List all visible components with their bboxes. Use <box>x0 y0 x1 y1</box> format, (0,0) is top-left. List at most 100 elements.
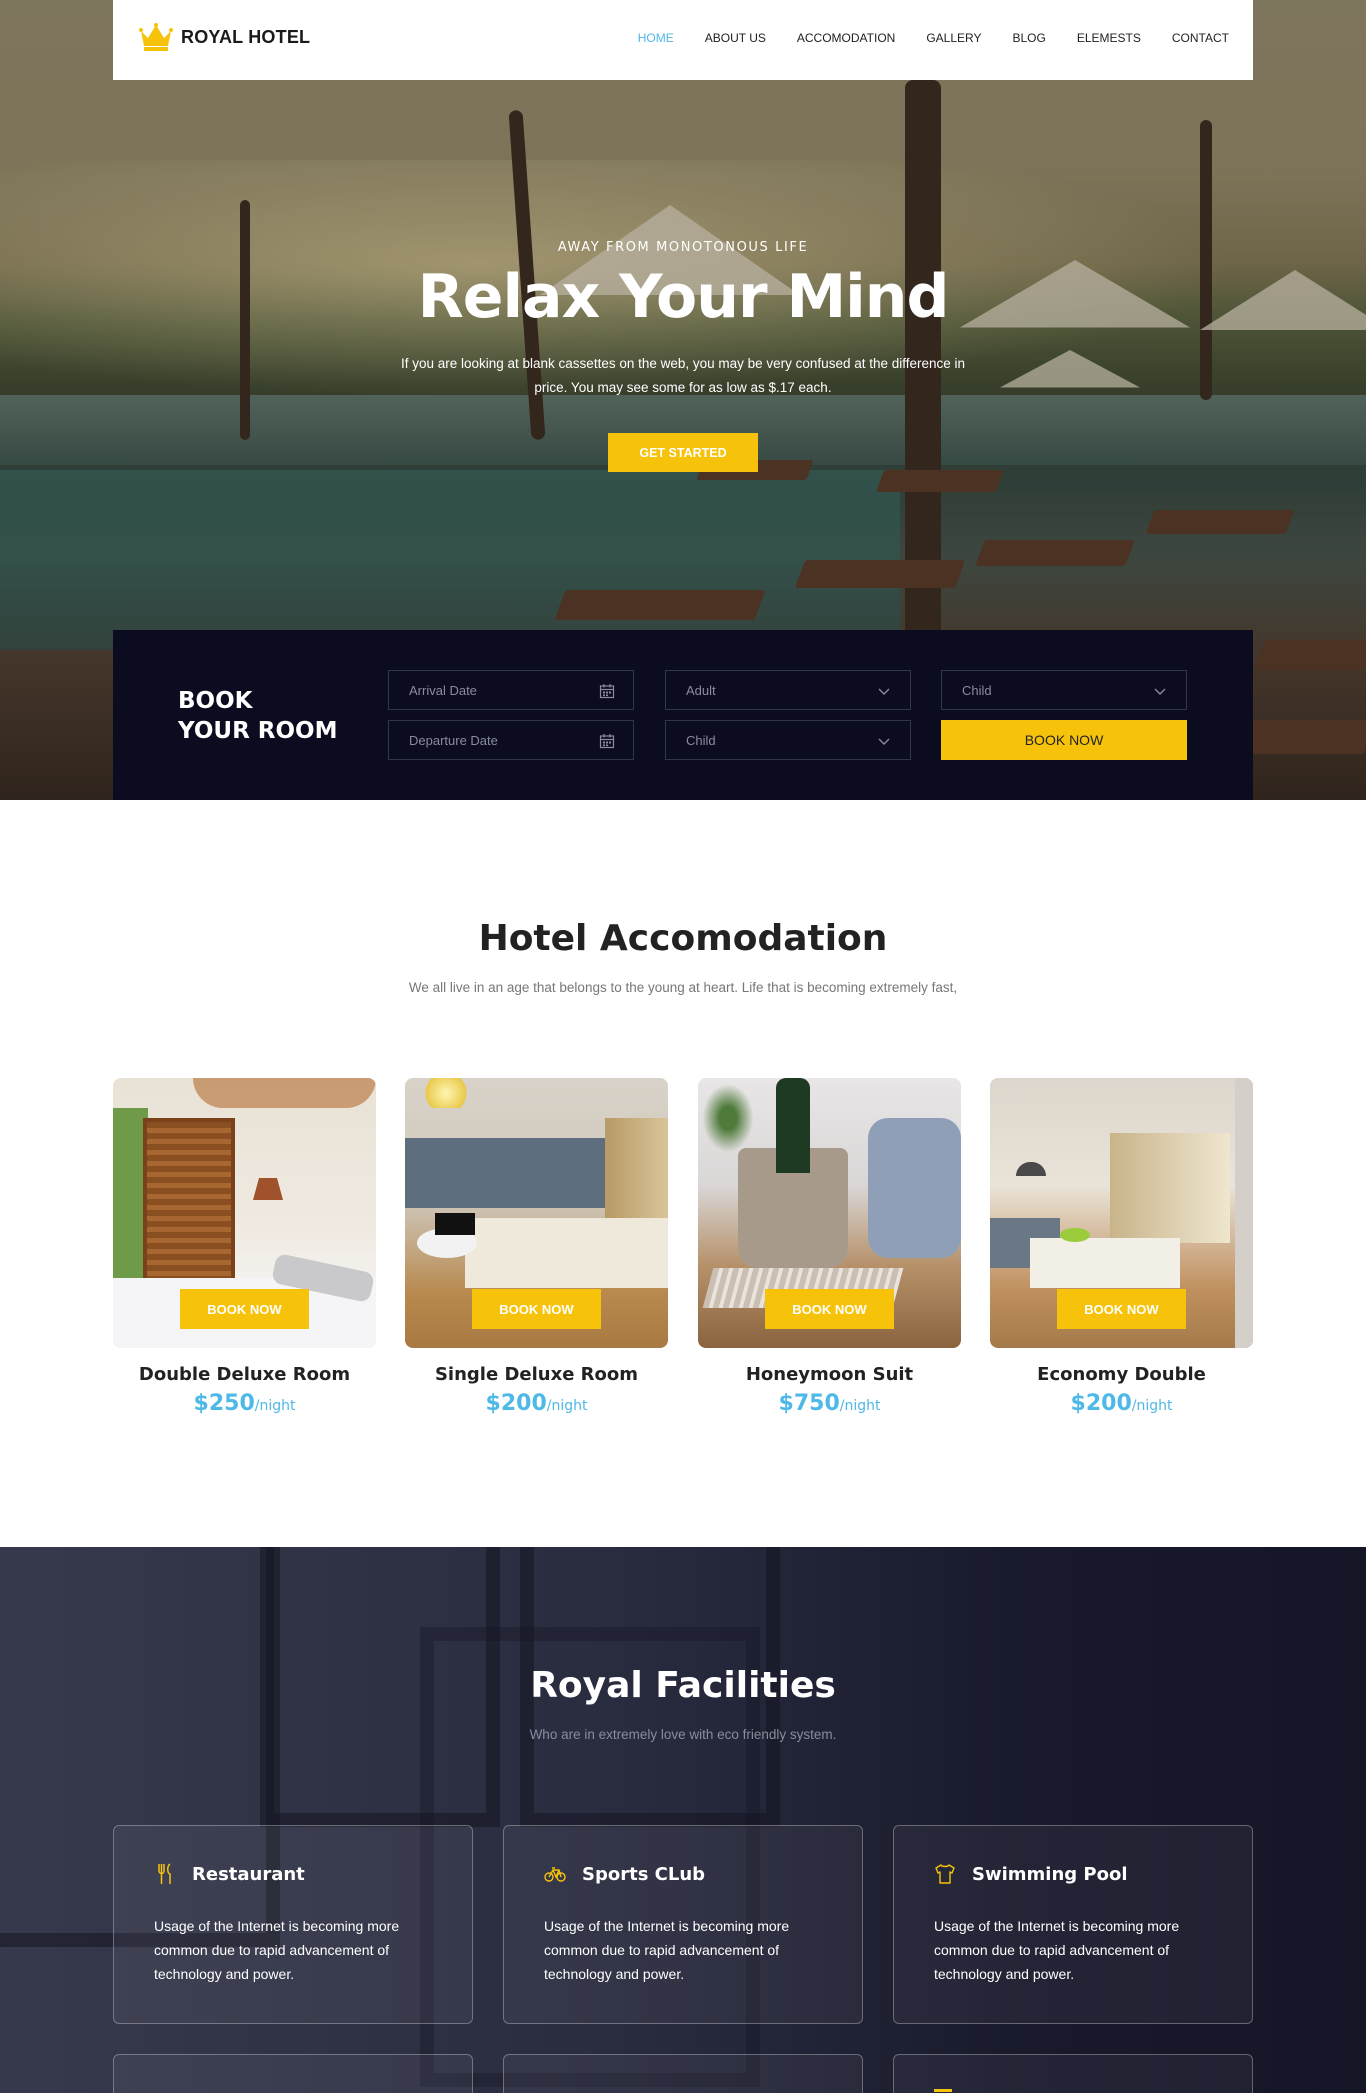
facility-card-restaurant: Restaurant Usage of the Internet is beco… <box>113 1825 473 2024</box>
booking-panel: BOOK YOUR ROOM Arrival Date Departure Da… <box>113 630 1253 800</box>
bottle-shape <box>776 1078 810 1173</box>
facility-name: Restaurant <box>192 1863 305 1885</box>
facilities-section: Royal Facilities Who are in extremely lo… <box>0 1547 1366 2093</box>
nav-blog[interactable]: BLOG <box>1013 31 1046 45</box>
facility-card <box>503 2054 863 2093</box>
shirt-icon <box>935 1864 955 1884</box>
lamp-shape <box>253 1178 283 1200</box>
curtain-shape <box>1110 1133 1230 1243</box>
plant-shape <box>698 1078 758 1158</box>
facility-name: Swimming Pool <box>972 1863 1128 1885</box>
chevron-down-icon <box>1154 688 1166 695</box>
room-card: BOOK NOW Double Deluxe Room $250/night <box>113 1078 376 1416</box>
hero-description: If you are looking at blank cassettes on… <box>400 356 966 395</box>
room-book-now-button[interactable]: BOOK NOW <box>765 1289 894 1329</box>
adult-select[interactable]: Adult <box>665 670 911 710</box>
room-price-amount: $200 <box>485 1391 547 1416</box>
room-image[interactable]: BOOK NOW <box>990 1078 1253 1348</box>
room-book-now-button[interactable]: BOOK NOW <box>180 1289 309 1329</box>
arrival-date-field[interactable]: Arrival Date <box>388 670 634 710</box>
room-price-unit: /night <box>546 1398 588 1414</box>
room-card: BOOK NOW Single Deluxe Room $200/night <box>405 1078 668 1416</box>
logo[interactable]: ROYAL HOTEL <box>139 22 310 52</box>
facility-card-swimming-pool: Swimming Pool Usage of the Internet is b… <box>893 1825 1253 2024</box>
headboard-shape <box>405 1138 605 1208</box>
ceiling-light-shape <box>421 1078 471 1108</box>
room-card: BOOK NOW Economy Double $200/night <box>990 1078 1253 1416</box>
navbar: ROYAL HOTEL HOME ABOUT US ACCOMODATION G… <box>113 0 1253 80</box>
nav-about-us[interactable]: ABOUT US <box>705 31 766 45</box>
get-started-button[interactable]: GET STARTED <box>608 433 758 472</box>
laptop-shape <box>435 1213 475 1235</box>
room-image[interactable]: BOOK NOW <box>698 1078 961 1348</box>
room-price-amount: $200 <box>1070 1391 1132 1416</box>
room-price-amount: $250 <box>193 1391 255 1416</box>
ceiling-fan-shape <box>193 1078 376 1108</box>
room-price: $250/night <box>113 1391 376 1416</box>
crown-icon <box>139 23 173 51</box>
facility-header: Sports CLub <box>544 1863 705 1885</box>
accommodation-subtitle: We all live in an age that belongs to th… <box>408 980 958 995</box>
room-price: $200/night <box>405 1391 668 1416</box>
facility-header: Swimming Pool <box>934 1863 1128 1885</box>
calendar-icon <box>599 734 615 749</box>
nav-gallery[interactable]: GALLERY <box>926 31 981 45</box>
room-price: $750/night <box>698 1391 961 1416</box>
room-name: Single Deluxe Room <box>434 1364 639 1385</box>
room-name: Double Deluxe Room <box>138 1364 351 1385</box>
room-image[interactable]: BOOK NOW <box>405 1078 668 1348</box>
child-select-right[interactable]: Child <box>941 670 1187 710</box>
pillow-shape <box>1060 1228 1090 1242</box>
child-select-left[interactable]: Child <box>665 720 911 760</box>
facilities-title: Royal Facilities <box>530 1665 836 1706</box>
facility-icon-partial <box>934 2089 952 2092</box>
facility-description: Usage of the Internet is becoming more c… <box>154 1918 400 1982</box>
nav-home[interactable]: HOME <box>638 31 674 45</box>
logo-text: ROYAL HOTEL <box>181 26 311 47</box>
adult-select-value: Adult <box>686 682 716 698</box>
child-select-left-value: Child <box>686 732 716 748</box>
cutlery-icon <box>158 1863 171 1884</box>
accommodation-title: Hotel Accomodation <box>478 918 888 959</box>
bed-shape <box>465 1218 668 1288</box>
nav-accomodation[interactable]: ACCOMODATION <box>797 31 895 45</box>
book-now-button[interactable]: BOOK NOW <box>941 720 1187 760</box>
facility-header: Restaurant <box>154 1863 305 1885</box>
room-price-unit: /night <box>254 1398 296 1414</box>
room-image[interactable]: BOOK NOW <box>113 1078 376 1348</box>
facilities-subtitle: Who are in extremely love with eco frien… <box>529 1727 837 1742</box>
child-select-right-value: Child <box>962 682 992 698</box>
facility-description: Usage of the Internet is becoming more c… <box>544 1918 790 1982</box>
departure-date-placeholder: Departure Date <box>409 732 498 748</box>
nav-menu: HOME ABOUT US ACCOMODATION GALLERY BLOG … <box>638 31 1229 45</box>
pendant-lamp-shape <box>1016 1162 1046 1176</box>
room-price-amount: $750 <box>778 1391 840 1416</box>
facility-card <box>893 2054 1253 2093</box>
room-name: Economy Double <box>1037 1364 1206 1385</box>
room-card: BOOK NOW Honeymoon Suit $750/night <box>698 1078 961 1416</box>
chair-shape <box>868 1118 961 1258</box>
room-price-unit: /night <box>839 1398 881 1414</box>
nav-elements[interactable]: ELEMESTS <box>1077 31 1141 45</box>
facility-card <box>113 2054 473 2093</box>
chevron-down-icon <box>878 738 890 745</box>
chevron-down-icon <box>878 688 890 695</box>
room-price: $200/night <box>990 1391 1253 1416</box>
departure-date-field[interactable]: Departure Date <box>388 720 634 760</box>
room-name: Honeymoon Suit <box>745 1364 914 1385</box>
calendar-icon <box>599 684 615 699</box>
bed-shape <box>1030 1238 1180 1288</box>
booking-title: BOOK YOUR ROOM <box>178 688 338 744</box>
facility-description: Usage of the Internet is becoming more c… <box>934 1918 1180 1982</box>
room-book-now-button[interactable]: BOOK NOW <box>472 1289 601 1329</box>
wall-shape <box>1235 1078 1253 1348</box>
hero-title: Relax Your Mind <box>417 262 950 332</box>
bicycle-icon <box>544 1867 566 1882</box>
hero-kicker: AWAY FROM MONOTONOUS LIFE <box>557 240 809 255</box>
room-book-now-button[interactable]: BOOK NOW <box>1057 1289 1186 1329</box>
room-price-unit: /night <box>1131 1398 1173 1414</box>
arrival-date-placeholder: Arrival Date <box>409 682 477 698</box>
facility-card-sports-club: Sports CLub Usage of the Internet is bec… <box>503 1825 863 2024</box>
facility-name: Sports CLub <box>582 1863 706 1885</box>
nav-contact[interactable]: CONTACT <box>1172 31 1229 45</box>
